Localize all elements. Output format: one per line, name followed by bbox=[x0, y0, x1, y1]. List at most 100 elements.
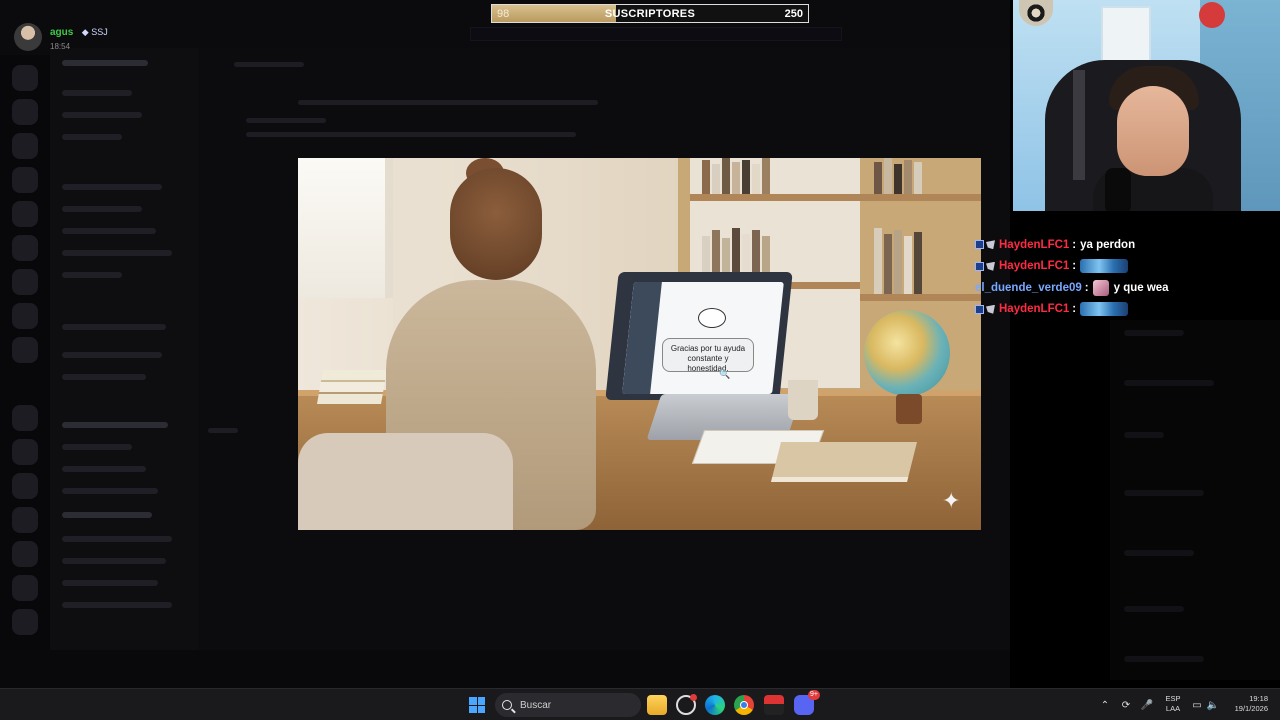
notification-banner bbox=[470, 27, 842, 41]
channel-item[interactable] bbox=[62, 184, 162, 190]
server-icon[interactable] bbox=[12, 541, 38, 567]
gaming-chair-stripe bbox=[1073, 70, 1085, 180]
channel-item[interactable] bbox=[62, 512, 152, 518]
recording-app-icon[interactable] bbox=[764, 695, 784, 715]
chat-username[interactable]: HaydenLFC1 bbox=[999, 303, 1069, 315]
discord-icon[interactable]: 9+ bbox=[794, 690, 820, 715]
member-item[interactable] bbox=[1124, 380, 1214, 386]
channel-item[interactable] bbox=[62, 580, 158, 586]
channel-item[interactable] bbox=[62, 558, 166, 564]
chat-message: HaydenLFC1 : bbox=[975, 299, 1275, 321]
chat-separator: : bbox=[1072, 303, 1077, 316]
channel-item[interactable] bbox=[62, 352, 162, 358]
photo-globe-stand bbox=[896, 394, 922, 424]
server-icon[interactable] bbox=[12, 167, 38, 193]
user-card: agus ◆ SSJ 18:54 bbox=[14, 22, 108, 51]
server-icon[interactable] bbox=[12, 201, 38, 227]
channel-item[interactable] bbox=[62, 250, 172, 256]
user-time: 18:54 bbox=[50, 42, 71, 51]
server-icon[interactable] bbox=[12, 337, 38, 363]
chat-badges bbox=[975, 304, 995, 314]
chat-badges bbox=[975, 240, 995, 250]
channel-item[interactable] bbox=[62, 272, 122, 278]
channel-item[interactable] bbox=[62, 444, 132, 450]
face-emote-icon bbox=[1092, 279, 1109, 296]
thought-cloud-icon bbox=[698, 308, 726, 328]
user-name: agus bbox=[50, 27, 74, 38]
search-placeholder: Buscar bbox=[520, 699, 552, 711]
channel-item[interactable] bbox=[62, 134, 122, 140]
chat-text: ya perdon bbox=[1080, 238, 1136, 251]
server-icon[interactable] bbox=[12, 405, 38, 431]
server-icon[interactable] bbox=[12, 507, 38, 533]
sync-icon[interactable]: ⟳ bbox=[1118, 689, 1134, 720]
channel-item[interactable] bbox=[62, 602, 172, 608]
chrome-icon[interactable] bbox=[734, 695, 754, 715]
book bbox=[732, 162, 740, 194]
server-icon[interactable] bbox=[12, 99, 38, 125]
photo-notebook bbox=[771, 442, 917, 482]
language-indicator[interactable]: ESP LAA bbox=[1160, 694, 1186, 714]
subscriber-goal-title: SUSCRIPTORES bbox=[604, 7, 696, 20]
photo-mug bbox=[788, 380, 818, 420]
taskbar-search[interactable]: Buscar bbox=[495, 693, 641, 717]
server-icon[interactable] bbox=[12, 235, 38, 261]
member-item[interactable] bbox=[1124, 656, 1204, 662]
webcam-shelf bbox=[1101, 6, 1151, 66]
avatar[interactable] bbox=[14, 22, 42, 51]
channel-item[interactable] bbox=[62, 536, 172, 542]
gift-badge-icon bbox=[986, 261, 995, 271]
chat-separator: : bbox=[1072, 238, 1077, 251]
server-icon[interactable] bbox=[12, 133, 38, 159]
member-item[interactable] bbox=[1124, 330, 1184, 336]
server-name[interactable] bbox=[62, 60, 148, 66]
channel-item[interactable] bbox=[62, 112, 142, 118]
clock[interactable]: 19:18 19/1/2026 bbox=[1226, 694, 1268, 714]
server-icon[interactable] bbox=[12, 473, 38, 499]
photo-book-stack bbox=[317, 370, 387, 404]
message-line bbox=[246, 118, 326, 123]
server-icon[interactable] bbox=[12, 269, 38, 295]
chatgpt-icon[interactable] bbox=[676, 694, 697, 715]
server-icon[interactable] bbox=[12, 575, 38, 601]
chat-username[interactable]: HaydenLFC1 bbox=[999, 260, 1069, 272]
channel-item-active[interactable] bbox=[62, 422, 168, 428]
member-item[interactable] bbox=[1124, 550, 1194, 556]
channel-item[interactable] bbox=[62, 206, 142, 212]
channel-item[interactable] bbox=[62, 90, 132, 96]
microphone-icon[interactable]: 🎤 bbox=[1140, 689, 1154, 720]
channel-item[interactable] bbox=[62, 488, 158, 494]
channel-item[interactable] bbox=[62, 324, 166, 330]
edge-icon[interactable] bbox=[705, 695, 725, 715]
search-icon bbox=[502, 700, 512, 710]
server-icon[interactable] bbox=[12, 609, 38, 635]
notification-dot bbox=[690, 694, 697, 701]
streamer-logo bbox=[1199, 2, 1225, 28]
channel-item[interactable] bbox=[62, 228, 156, 234]
photo-globe bbox=[864, 310, 950, 396]
member-item[interactable] bbox=[1124, 606, 1184, 612]
image-preview[interactable]: Gracias por tu ayuda constante y honesti… bbox=[298, 158, 981, 530]
chat-username[interactable]: el_duende_verde09 bbox=[975, 282, 1082, 294]
chat-username[interactable]: HaydenLFC1 bbox=[999, 239, 1069, 251]
member-item[interactable] bbox=[1124, 490, 1204, 496]
book bbox=[874, 162, 882, 194]
folder-icon[interactable] bbox=[647, 695, 667, 715]
server-icon[interactable] bbox=[12, 65, 38, 91]
book bbox=[702, 160, 710, 194]
magnifier-icon: 🔍 bbox=[719, 369, 731, 379]
book bbox=[762, 158, 770, 194]
monitor-icon[interactable]: ▭ bbox=[1190, 689, 1204, 720]
car-emote-icon bbox=[1080, 259, 1129, 274]
chat-separator: : bbox=[1084, 281, 1089, 294]
chevron-up-icon[interactable]: ⌃ bbox=[1098, 689, 1112, 720]
book bbox=[904, 236, 912, 294]
member-item[interactable] bbox=[1124, 432, 1164, 438]
server-icon[interactable] bbox=[12, 303, 38, 329]
windows-start-icon[interactable] bbox=[469, 697, 485, 713]
chat-separator: : bbox=[1072, 260, 1077, 273]
volume-icon[interactable]: 🔈 bbox=[1206, 689, 1220, 720]
channel-item[interactable] bbox=[62, 374, 146, 380]
channel-item[interactable] bbox=[62, 466, 146, 472]
server-icon[interactable] bbox=[12, 439, 38, 465]
